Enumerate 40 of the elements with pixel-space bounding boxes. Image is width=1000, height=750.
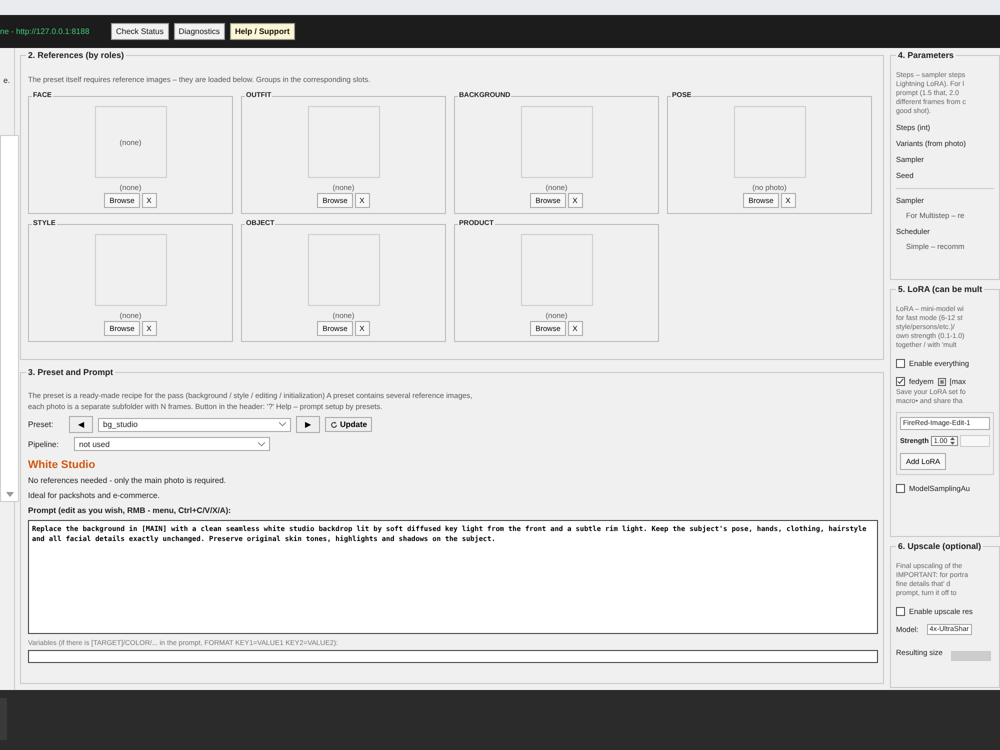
pipeline-dropdown[interactable]: not used — [74, 437, 270, 451]
checkbox[interactable] — [896, 359, 905, 368]
header-button[interactable]: Diagnostics — [174, 23, 225, 40]
header-button[interactable]: Help / Support — [230, 23, 295, 40]
image-preview — [520, 234, 592, 306]
image-icon — [938, 378, 946, 386]
section-title: 6. Upscale (optional) — [896, 541, 984, 551]
header-button[interactable]: Check Status — [111, 23, 169, 40]
checkbox[interactable] — [896, 377, 905, 386]
preset-note: Ideal for packshots and e-commerce. — [28, 491, 161, 500]
chevron-down-icon — [258, 442, 265, 446]
size-bar — [950, 651, 991, 661]
section-title: 5. LoRA (can be mult — [896, 284, 984, 294]
panel-text: e. — [3, 76, 10, 85]
field-label: Preset: — [28, 420, 54, 429]
preset-note: No references needed - only the main photo is required. — [28, 476, 227, 485]
image-preview — [308, 234, 380, 306]
text-field[interactable] — [960, 435, 990, 447]
checkbox[interactable] — [896, 607, 905, 616]
chevron-down-icon — [279, 422, 286, 427]
preset-name: White Studio — [28, 459, 96, 471]
section-title: 2. References (by roles) — [26, 50, 126, 60]
preset-dropdown[interactable]: bg_studio — [98, 418, 291, 432]
refresh-icon — [330, 420, 338, 428]
field-label: Pipeline: — [28, 440, 60, 448]
prompt-label: Prompt (edit as you wish, RMB - menu, Ctrl+C/V/X/A): — [28, 506, 232, 515]
scroll-down-icon[interactable] — [6, 492, 14, 497]
section-title: 3. Preset and Prompt — [26, 367, 116, 377]
image-preview — [520, 106, 592, 178]
section-title: 4. Parameters — [896, 50, 956, 60]
image-preview — [94, 234, 166, 306]
variables-field[interactable] — [28, 650, 878, 663]
update-button[interactable]: Update — [325, 417, 372, 432]
image-preview — [308, 106, 380, 178]
server-address: ne - http://127.0.0.1:8188 — [0, 27, 90, 36]
spinner-arrows-icon — [950, 437, 956, 445]
previous-button[interactable]: ◀ — [69, 416, 93, 433]
next-button[interactable]: ▶ — [296, 416, 320, 433]
image-preview — [734, 106, 806, 178]
checkbox[interactable] — [896, 484, 905, 493]
